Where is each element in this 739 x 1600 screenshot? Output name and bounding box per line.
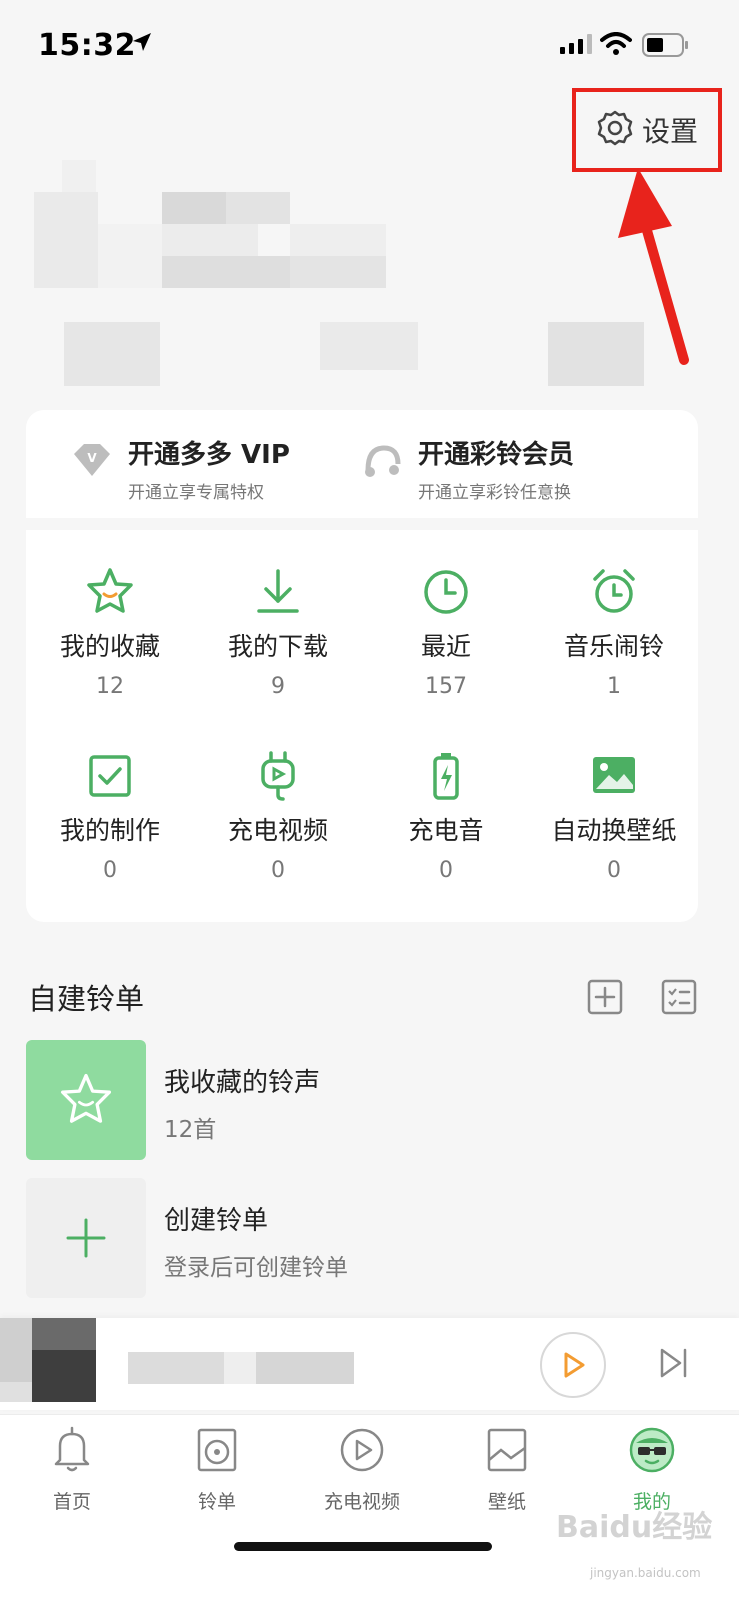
play-icon — [564, 1352, 585, 1378]
grid-item-recent[interactable]: 最近 157 — [362, 560, 530, 699]
playlist-title: 我收藏的铃声 — [164, 1068, 321, 1098]
watermark-logo: Baidu经验 — [556, 1510, 713, 1545]
create-playlist-subtitle: 登录后可创建铃单 — [164, 1255, 348, 1281]
grid-label: 音乐闹铃 — [563, 632, 664, 661]
manage-playlists-button[interactable] — [660, 978, 698, 1020]
ringtone-member-subtitle: 开通立享彩铃任意换 — [418, 483, 571, 503]
plus-icon — [66, 1218, 106, 1258]
vip-subtitle: 开通立享专属特权 — [128, 483, 264, 503]
diamond-icon: V — [70, 438, 114, 486]
grid-count: 9 — [271, 674, 285, 699]
tab-label: 充电视频 — [323, 1491, 400, 1513]
create-playlist-cover — [26, 1178, 146, 1298]
wallpaper-icon — [530, 744, 698, 808]
grid-item-downloads[interactable]: 我的下载 9 — [194, 560, 362, 699]
playlist-subtitle: 12首 — [164, 1117, 217, 1143]
playlist-cover — [26, 1040, 146, 1160]
grid-label: 最近 — [420, 632, 471, 661]
tab-home[interactable]: 首页 — [22, 1419, 122, 1514]
grid-count: 1 — [607, 674, 621, 699]
settings-label: 设置 — [641, 115, 698, 148]
gear-icon — [596, 109, 634, 151]
star-icon — [26, 560, 194, 624]
alarm-icon — [530, 560, 698, 624]
tab-playlists[interactable]: 铃单 — [167, 1419, 267, 1514]
create-playlist-item[interactable]: 创建铃单 登录后可创建铃单 — [26, 1178, 716, 1298]
create-playlist-title: 创建铃单 — [164, 1206, 269, 1236]
charge-video-icon — [194, 744, 362, 808]
grid-label: 我的下载 — [227, 632, 328, 661]
tab-wallpaper[interactable]: 壁纸 — [457, 1419, 557, 1514]
vip-card: V 开通多多 VIP 开通立享专属特权 开通彩铃会员 开通立享彩铃任意换 — [26, 410, 698, 518]
star-icon — [61, 1073, 112, 1123]
grid-label: 自动换壁纸 — [551, 816, 677, 845]
play-circle-icon — [312, 1419, 412, 1481]
status-bar: 15:32 — [0, 0, 739, 90]
battery-icon — [362, 744, 530, 808]
disc-icon — [167, 1419, 267, 1481]
checklist-icon — [661, 979, 697, 1015]
check-box-icon — [26, 744, 194, 808]
grid-item-charge-video[interactable]: 充电视频 0 — [194, 744, 362, 883]
grid-count: 0 — [103, 858, 117, 883]
ringtone-member-title: 开通彩铃会员 — [418, 440, 575, 470]
add-playlist-button[interactable] — [586, 978, 624, 1020]
grid-item-charge-sound[interactable]: 充电音 0 — [362, 744, 530, 883]
grid-label: 我的收藏 — [59, 632, 160, 661]
grid-label: 充电音 — [408, 816, 484, 845]
ringtone-member-button[interactable]: 开通彩铃会员 开通立享彩铃任意换 — [360, 438, 574, 503]
ringtone-icon — [360, 438, 404, 486]
location-icon — [130, 30, 154, 58]
tab-charge-video[interactable]: 充电视频 — [312, 1419, 412, 1514]
grid-count: 0 — [271, 858, 285, 883]
tab-label: 铃单 — [197, 1491, 236, 1513]
image-icon — [457, 1419, 557, 1481]
vip-title: 开通多多 VIP — [128, 440, 290, 470]
home-indicator[interactable] — [234, 1542, 492, 1551]
clock-icon — [362, 560, 530, 624]
download-icon — [194, 560, 362, 624]
grid-count: 0 — [439, 858, 453, 883]
shortcut-grid: 我的收藏 12 我的下载 9 最近 157 音乐闹铃 1 我的制作 0 充电视频… — [26, 530, 698, 922]
grid-count: 157 — [425, 674, 467, 699]
grid-label: 充电视频 — [227, 816, 328, 845]
wifi-icon — [600, 32, 632, 60]
avatar-icon — [602, 1419, 702, 1481]
grid-count: 12 — [96, 674, 124, 699]
signal-icon — [560, 34, 594, 58]
grid-count: 0 — [607, 858, 621, 883]
grid-item-favorites[interactable]: 我的收藏 12 — [26, 560, 194, 699]
grid-item-auto-wallpaper[interactable]: 自动换壁纸 0 — [530, 744, 698, 883]
tab-label: 壁纸 — [487, 1491, 526, 1513]
grid-label: 我的制作 — [59, 816, 160, 845]
mini-player[interactable] — [0, 1318, 739, 1410]
tab-mine[interactable]: 我的 — [602, 1419, 702, 1514]
vip-open-button[interactable]: V 开通多多 VIP 开通立享专属特权 — [70, 438, 290, 503]
section-title-playlists: 自建铃单 — [28, 982, 145, 1016]
skip-next-icon — [660, 1348, 687, 1378]
bell-icon — [22, 1419, 122, 1481]
svg-text:V: V — [87, 451, 97, 465]
playlist-item-favorites[interactable]: 我收藏的铃声 12首 — [26, 1040, 716, 1160]
tab-label: 首页 — [52, 1491, 91, 1513]
plus-box-icon — [587, 979, 623, 1015]
status-time: 15:32 — [38, 28, 136, 63]
battery-status-icon — [642, 32, 690, 62]
watermark-url: jingyan.baidu.com — [590, 1566, 701, 1580]
play-button[interactable] — [540, 1332, 606, 1398]
grid-item-creations[interactable]: 我的制作 0 — [26, 744, 194, 883]
next-button[interactable] — [656, 1346, 690, 1384]
grid-item-alarm[interactable]: 音乐闹铃 1 — [530, 560, 698, 699]
